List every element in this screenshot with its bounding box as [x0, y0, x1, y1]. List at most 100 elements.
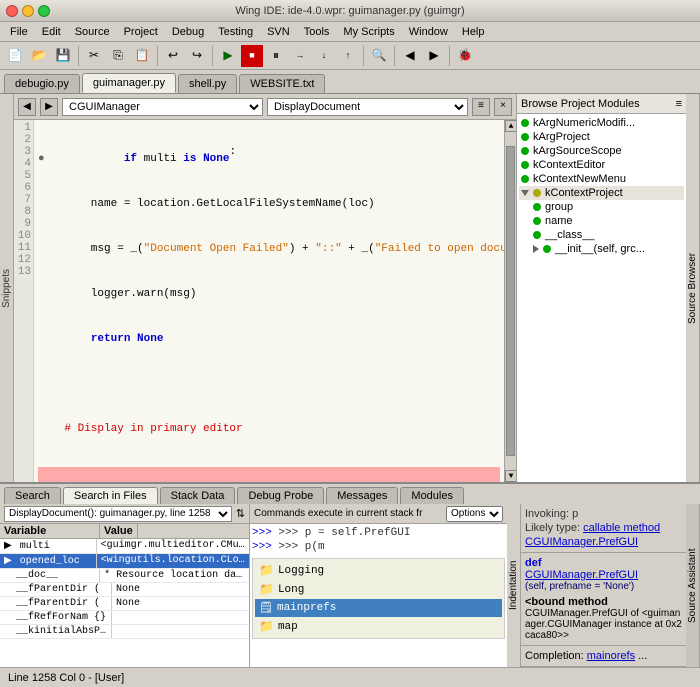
- var-row-4[interactable]: __fParentDir ( None: [0, 583, 249, 597]
- scroll-down-button[interactable]: ▼: [505, 470, 516, 482]
- expand-triangle: ▶: [4, 541, 12, 552]
- step-into-button[interactable]: ↓: [313, 45, 335, 67]
- pause-button[interactable]: ⏸: [265, 45, 287, 67]
- new-file-button[interactable]: 📄: [4, 45, 26, 67]
- tab-guimanager[interactable]: guimanager.py: [82, 73, 176, 93]
- tree-item-map[interactable]: 📁 map: [255, 617, 502, 636]
- code-content[interactable]: ● if multi is None: name = location.GetL…: [34, 120, 504, 482]
- module-item-3[interactable]: kArgSourceScope: [519, 144, 684, 158]
- var-row-7[interactable]: __kinitialAbsP u"/": [0, 625, 249, 639]
- module-item-6[interactable]: kContextProject: [519, 186, 684, 200]
- menu-edit[interactable]: Edit: [36, 24, 67, 40]
- forward-button[interactable]: ▶: [423, 45, 445, 67]
- module-item-8[interactable]: name: [531, 214, 684, 228]
- panel-options-button[interactable]: ≡: [676, 98, 682, 110]
- code-line-4: logger.warn(msg): [38, 287, 500, 302]
- save-file-button[interactable]: 💾: [52, 45, 74, 67]
- menu-debug[interactable]: Debug: [166, 24, 210, 40]
- copy-button[interactable]: ⎘: [107, 45, 129, 67]
- menu-source[interactable]: Source: [69, 24, 116, 40]
- tree-item-logging[interactable]: 📁 Logging: [255, 561, 502, 580]
- run-button[interactable]: ▶: [217, 45, 239, 67]
- back-button[interactable]: ◀: [399, 45, 421, 67]
- def-line: def: [525, 557, 682, 569]
- step-out-button[interactable]: ↑: [337, 45, 359, 67]
- cut-button[interactable]: ✂: [83, 45, 105, 67]
- options-dropdown[interactable]: Options: [446, 506, 503, 522]
- var-val-5: None: [112, 597, 144, 610]
- tree-item-mainprefs[interactable]: 🗒 mainprefs: [255, 599, 502, 617]
- menu-testing[interactable]: Testing: [212, 24, 259, 40]
- menu-window[interactable]: Window: [403, 24, 454, 40]
- var-table-header: Variable Value: [0, 524, 249, 539]
- tab-messages[interactable]: Messages: [326, 487, 398, 504]
- nav-fwd-button[interactable]: ▶: [40, 98, 58, 116]
- panel-arrows[interactable]: ⇅: [236, 507, 245, 520]
- module-item-4[interactable]: kContextEditor: [519, 158, 684, 172]
- tab-shell[interactable]: shell.py: [178, 74, 237, 93]
- var-row-1[interactable]: ▶ multi <guimgr.multieditor.CMult: [0, 539, 249, 554]
- tab-search[interactable]: Search: [4, 487, 61, 504]
- search-button[interactable]: 🔍: [368, 45, 390, 67]
- editor-options-button[interactable]: ≡: [472, 98, 490, 116]
- indentation-label: Indentation: [508, 561, 519, 611]
- var-row-6[interactable]: __fRefForNam {}: [0, 611, 249, 625]
- paste-button[interactable]: 📋: [131, 45, 153, 67]
- menu-tools[interactable]: Tools: [298, 24, 336, 40]
- stop-button[interactable]: ■: [241, 45, 263, 67]
- def-section: def CGUIManager.PrefGUI (self, prefname …: [521, 553, 686, 646]
- menu-svn[interactable]: SVN: [261, 24, 296, 40]
- status-bar: Line 1258 Col 0 - [User]: [0, 667, 700, 687]
- menu-file[interactable]: File: [4, 24, 34, 40]
- window-controls[interactable]: [6, 5, 50, 17]
- tab-modules[interactable]: Modules: [400, 487, 464, 504]
- likely-type-link[interactable]: callable method: [583, 522, 660, 534]
- var-row-3[interactable]: __doc__ * Resource location data cl: [0, 569, 249, 583]
- tab-stack-data[interactable]: Stack Data: [160, 487, 236, 504]
- maximize-button[interactable]: [38, 5, 50, 17]
- var-row-2[interactable]: ▶ opened_loc <wingutils.location.CLoca: [0, 554, 249, 569]
- close-button[interactable]: [6, 5, 18, 17]
- current-label-link[interactable]: CGUIManager.PrefGUI: [525, 536, 682, 548]
- menu-project[interactable]: Project: [118, 24, 164, 40]
- browse-project-title: Browse Project Modules: [521, 98, 640, 110]
- undo-button[interactable]: ↩: [162, 45, 184, 67]
- editor-close-button[interactable]: ×: [494, 98, 512, 116]
- tab-website[interactable]: WEBSITE.txt: [239, 74, 325, 93]
- module-item-9[interactable]: __class__: [531, 228, 684, 242]
- tree-item-long[interactable]: 📁 Long: [255, 580, 502, 599]
- redo-button[interactable]: ↪: [186, 45, 208, 67]
- debug-location-dropdown[interactable]: DisplayDocument(): guimanager.py, line 1…: [4, 506, 232, 522]
- completion-value[interactable]: mainorefs: [587, 650, 635, 662]
- tab-search-in-files[interactable]: Search in Files: [63, 487, 158, 504]
- tab-debug-probe[interactable]: Debug Probe: [237, 487, 324, 504]
- editor-scrollbar[interactable]: ▲ ▼: [504, 120, 516, 482]
- debug-icon[interactable]: 🐞: [454, 45, 476, 67]
- def-value-link[interactable]: CGUIManager.PrefGUI: [525, 569, 682, 581]
- minimize-button[interactable]: [22, 5, 34, 17]
- var-row-5[interactable]: __fParentDir ( None: [0, 597, 249, 611]
- module-item-2[interactable]: kArgProject: [519, 130, 684, 144]
- scope-left-dropdown[interactable]: CGUIManager: [62, 98, 263, 116]
- var-val-6: [112, 611, 120, 624]
- open-file-button[interactable]: 📂: [28, 45, 50, 67]
- module-item-7[interactable]: group: [531, 200, 684, 214]
- module-item-5[interactable]: kContextNewMenu: [519, 172, 684, 186]
- code-line-3: msg = _("Document Open Failed") + "::" +…: [38, 242, 500, 257]
- status-dot: [521, 175, 529, 183]
- menu-myscripts[interactable]: My Scripts: [337, 24, 400, 40]
- scroll-thumb[interactable]: [506, 146, 515, 456]
- step-over-button[interactable]: →: [289, 45, 311, 67]
- scope-right-dropdown[interactable]: DisplayDocument: [267, 98, 468, 116]
- nav-back-button[interactable]: ◀: [18, 98, 36, 116]
- code-area[interactable]: 12345 678910 111213 ● if multi is None: …: [14, 120, 516, 482]
- status-text: Line 1258 Col 0 - [User]: [8, 672, 124, 684]
- module-item-10[interactable]: __init__(self, grc...: [531, 242, 684, 256]
- menu-help[interactable]: Help: [456, 24, 491, 40]
- module-item-1[interactable]: kArgNumericModifi...: [519, 116, 684, 130]
- toolbar-sep-4: [363, 46, 364, 66]
- scroll-up-button[interactable]: ▲: [505, 120, 516, 132]
- tab-debugio[interactable]: debugio.py: [4, 74, 80, 93]
- code-line-8: ● – displayed_panel = multi.DisplayLocat…: [38, 467, 500, 482]
- code-line-5: return None: [38, 332, 500, 347]
